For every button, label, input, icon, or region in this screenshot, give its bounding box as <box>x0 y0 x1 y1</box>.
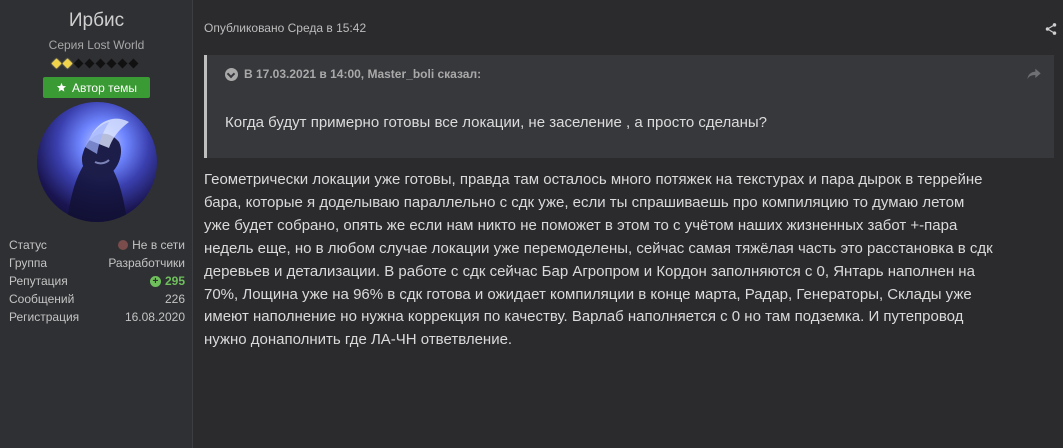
rank-pip-empty <box>128 58 139 68</box>
post-body-line: Геометрически локации уже готовы, правда… <box>204 171 983 188</box>
post-body-line: бара, которые я доделываю параллельно с … <box>204 193 965 211</box>
rank-pip-empty <box>106 58 117 68</box>
stat-value-wrap: +295 <box>149 274 185 288</box>
offline-dot-icon <box>118 240 129 250</box>
share-icon[interactable] <box>1044 22 1058 36</box>
stat-value: 16.08.2020 <box>124 310 185 324</box>
post-body-line: недель еще, но в любом случае локации уж… <box>204 239 993 257</box>
stat-value: 226 <box>164 292 185 306</box>
rank-pip-empty <box>117 58 128 68</box>
stat-label: Статус <box>9 238 47 252</box>
stat-row: Репутация +295 <box>9 272 185 290</box>
post-body-line: деревьев и детализации. В работе с сдк с… <box>204 262 975 280</box>
rank-title: Серия Lost World <box>48 38 145 52</box>
plus-circle-icon: + <box>149 275 161 287</box>
stat-value: Разработчики <box>108 256 185 270</box>
stat-label: Регистрация <box>9 310 80 324</box>
quote-block: В 17.03.2021 в 14:00, Master_boli сказал… <box>204 55 1054 158</box>
stat-value-wrap: 16.08.2020 <box>125 310 185 324</box>
rank-pip-empty <box>84 58 95 68</box>
post-body-line: нужно донаполнить где ЛА-ЧН ответвление. <box>204 331 513 349</box>
quote-citation[interactable]: В 17.03.2021 в 14:00, Master_boli сказал… <box>244 67 481 81</box>
stat-row: Сообщений 226 <box>9 290 185 308</box>
avatar-art <box>67 118 129 222</box>
author-stats: Статус Не в сети Группа Разработчики Репутац… <box>9 236 185 326</box>
star-icon <box>56 82 67 92</box>
post-body-line: 70%, Лощина уже на 96% в сдк готова и ож… <box>204 285 972 303</box>
quote-text: Когда будут примерно готовы все локации,… <box>225 114 768 131</box>
author-sidebar: Ирбис Серия Lost World Автор темы Статус… <box>0 0 193 448</box>
stat-label: Репутация <box>9 274 68 288</box>
stat-row: Регистрация 16.08.2020 <box>9 308 185 326</box>
stat-row: Группа Разработчики <box>9 254 185 272</box>
rank-pip-filled <box>51 58 62 68</box>
post-body: Геометрически локации уже готовы, правда… <box>204 169 1054 352</box>
rank-pips <box>51 57 139 69</box>
post-body-line: имеют наполнение но нужна коррекция по к… <box>204 308 964 326</box>
quote-header[interactable]: В 17.03.2021 в 14:00, Master_boli сказал… <box>225 67 481 81</box>
stat-value-wrap: Не в сети <box>118 238 185 252</box>
stat-value: 295 <box>164 274 185 288</box>
stat-value-wrap: 226 <box>165 292 185 306</box>
avatar[interactable] <box>37 102 157 222</box>
post-timestamp[interactable]: Опубликовано Среда в 15:42 <box>204 21 366 35</box>
rank-pip-empty <box>95 58 106 68</box>
author-name[interactable]: Ирбис <box>0 10 193 32</box>
reply-arrow-icon[interactable] <box>1026 67 1042 81</box>
stat-value-wrap[interactable]: Разработчики <box>108 256 185 270</box>
stat-label: Группа <box>9 256 48 270</box>
chevron-down-icon[interactable] <box>225 67 238 81</box>
author-badge-label: Автор темы <box>71 80 138 95</box>
rank-pip-empty <box>73 58 84 68</box>
author-badge: Автор темы <box>43 77 150 98</box>
stat-value: Не в сети <box>132 238 185 252</box>
stat-row: Статус Не в сети <box>9 236 185 254</box>
post-body-line: уже будет собрано, опять же если нам ник… <box>204 216 958 234</box>
stat-label: Сообщений <box>9 292 75 306</box>
rank-pip-filled <box>62 58 73 68</box>
